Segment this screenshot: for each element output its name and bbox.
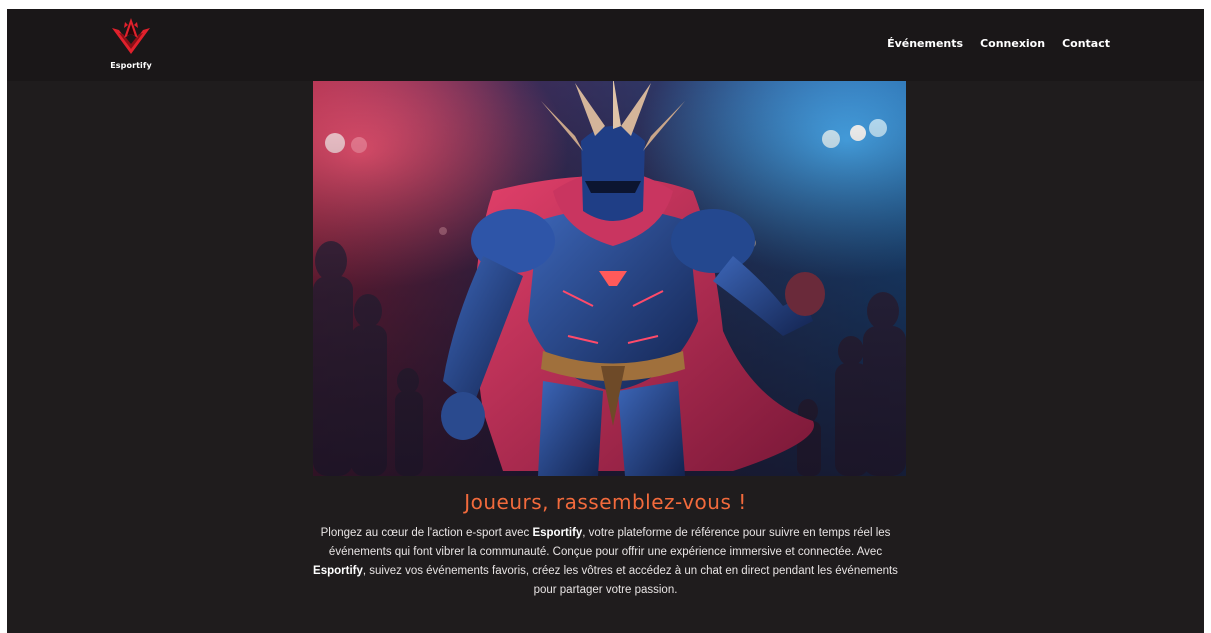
hero-image	[313, 81, 906, 476]
brand-name: Esportify	[110, 61, 152, 70]
page-title: Joueurs, rassemblez-vous !	[464, 490, 747, 514]
armored-hero-image	[313, 81, 906, 476]
nav-link-contact[interactable]: Contact	[1062, 37, 1110, 50]
logo-emblem-icon	[112, 18, 150, 54]
main-nav: Événements Connexion Contact	[887, 37, 1110, 50]
nav-link-evenements[interactable]: Événements	[887, 37, 963, 50]
page: Esportify Événements Connexion Contact J…	[7, 9, 1204, 633]
navbar: Esportify Événements Connexion Contact	[7, 9, 1204, 81]
brand-logo[interactable]: Esportify	[108, 16, 154, 74]
intro-text-1: Plongez au cœur de l'action e-sport avec	[320, 527, 533, 539]
intro-text-3: , suivez vos événements favoris, créez l…	[362, 565, 898, 596]
nav-link-connexion[interactable]: Connexion	[980, 37, 1045, 50]
intro-brand-2: Esportify	[313, 565, 363, 577]
intro-brand-1: Esportify	[532, 527, 583, 539]
intro-paragraph: Plongez au cœur de l'action e-sport avec…	[305, 524, 906, 600]
